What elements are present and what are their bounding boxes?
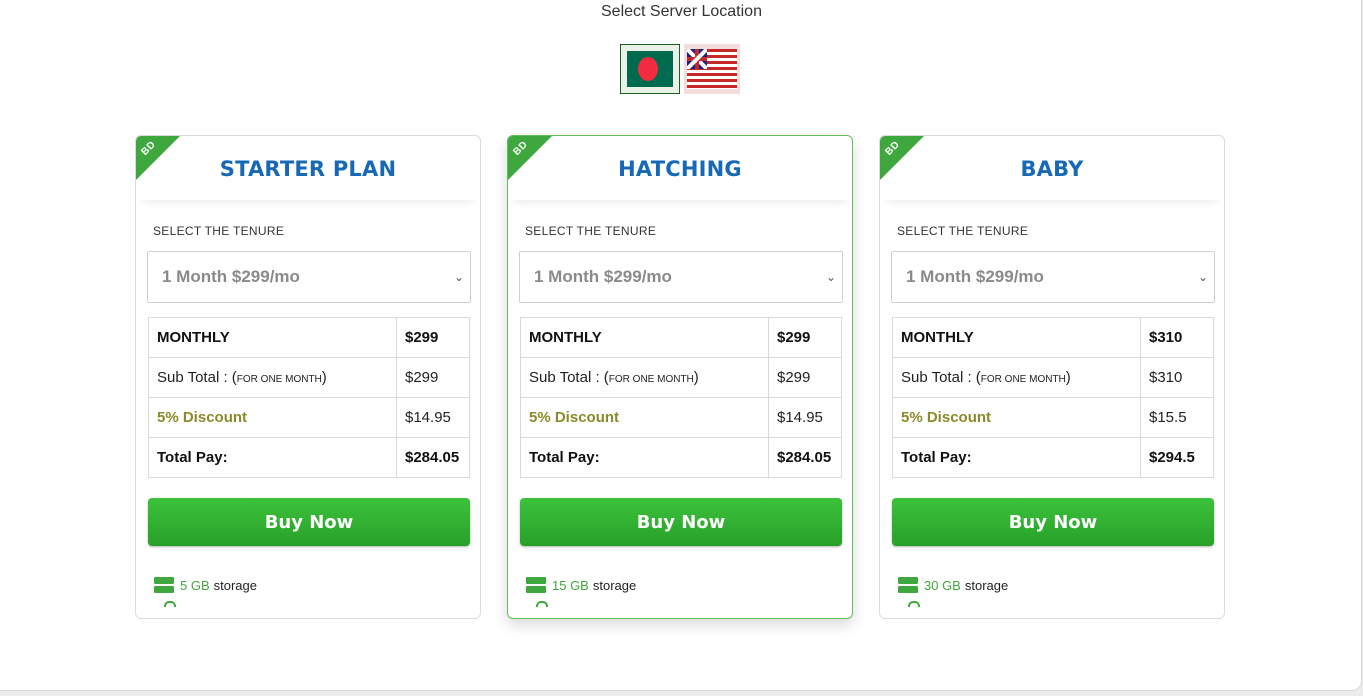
feature-icon xyxy=(164,601,176,607)
location-option-bd[interactable] xyxy=(620,44,680,94)
total-label: Total Pay: xyxy=(148,437,397,478)
table-row: Sub Total : (FOR ONE MONTH) $299 xyxy=(520,357,842,398)
storage-label: storage xyxy=(592,577,637,593)
table-row: Sub Total : (FOR ONE MONTH) $310 xyxy=(892,357,1214,398)
tenure-label: SELECT THE TENURE xyxy=(153,224,285,238)
buy-now-button[interactable]: Buy Now xyxy=(148,498,470,546)
plan-header: BABY xyxy=(880,136,1224,200)
monthly-value: $299 xyxy=(396,317,470,358)
server-icon xyxy=(526,577,546,593)
price-table: MONTHLY $310 Sub Total : (FOR ONE MONTH)… xyxy=(892,317,1214,478)
total-label: Total Pay: xyxy=(520,437,769,478)
bangladesh-flag-icon xyxy=(627,51,673,87)
location-ribbon xyxy=(880,136,924,180)
subtotal-value: $299 xyxy=(396,357,470,398)
chevron-down-icon: ⌄ xyxy=(1197,270,1208,284)
total-label: Total Pay: xyxy=(892,437,1141,478)
location-option-us[interactable] xyxy=(684,44,740,94)
table-row: MONTHLY $299 xyxy=(148,317,470,358)
table-row: 5% Discount $14.95 xyxy=(148,397,470,438)
price-table: MONTHLY $299 Sub Total : (FOR ONE MONTH)… xyxy=(148,317,470,478)
price-table: MONTHLY $299 Sub Total : (FOR ONE MONTH)… xyxy=(520,317,842,478)
discount-label: 5% Discount xyxy=(148,397,397,438)
tenure-selected-value: 1 Month $299/mo xyxy=(162,267,300,286)
page-title: Select Server Location xyxy=(601,3,762,20)
plan-card-starter: BD STARTER PLAN SELECT THE TENURE 1 Mont… xyxy=(135,135,481,619)
buy-now-button[interactable]: Buy Now xyxy=(892,498,1214,546)
total-value: $284.05 xyxy=(768,437,842,478)
discount-label: 5% Discount xyxy=(520,397,769,438)
location-ribbon xyxy=(136,136,180,180)
storage-amount: 15 GB xyxy=(552,577,589,593)
location-selector xyxy=(620,44,740,94)
total-value: $284.05 xyxy=(396,437,470,478)
server-icon xyxy=(898,577,918,593)
table-row: MONTHLY $310 xyxy=(892,317,1214,358)
discount-value: $14.95 xyxy=(768,397,842,438)
discount-value: $14.95 xyxy=(396,397,470,438)
table-row: Total Pay: $284.05 xyxy=(520,437,842,478)
tenure-selected-value: 1 Month $299/mo xyxy=(534,267,672,286)
plan-card-baby: BD BABY SELECT THE TENURE 1 Month $299/m… xyxy=(879,135,1225,619)
subtotal-label: Sub Total : (FOR ONE MONTH) xyxy=(520,357,769,398)
storage-label: storage xyxy=(213,577,257,593)
chevron-down-icon: ⌄ xyxy=(453,270,464,284)
table-row: Total Pay: $294.5 xyxy=(892,437,1214,478)
storage-label: storage xyxy=(964,577,1009,593)
monthly-value: $310 xyxy=(1140,317,1214,358)
plan-header: STARTER PLAN xyxy=(136,136,480,200)
tenure-selected-value: 1 Month $299/mo xyxy=(906,267,1044,286)
table-row: 5% Discount $14.95 xyxy=(520,397,842,438)
location-ribbon xyxy=(508,136,552,180)
plan-card-hatching: BD HATCHING SELECT THE TENURE 1 Month $2… xyxy=(507,135,853,619)
tenure-select[interactable]: 1 Month $299/mo ⌄ xyxy=(519,251,843,303)
server-icon xyxy=(154,577,174,593)
buy-now-button[interactable]: Buy Now xyxy=(520,498,842,546)
storage-feature: 15 GB storage xyxy=(526,577,636,593)
storage-amount: 30 GB xyxy=(924,577,961,593)
feature-icon xyxy=(536,601,548,607)
tenure-select[interactable]: 1 Month $299/mo ⌄ xyxy=(891,251,1215,303)
table-row: Sub Total : (FOR ONE MONTH) $299 xyxy=(148,357,470,398)
storage-amount: 5 GB xyxy=(180,577,210,593)
plan-name: BABY xyxy=(1020,157,1084,181)
monthly-label: MONTHLY xyxy=(148,317,397,358)
plan-name: HATCHING xyxy=(618,157,742,181)
storage-feature: 30 GB storage xyxy=(898,577,1008,593)
subtotal-value: $299 xyxy=(768,357,842,398)
us-flag-icon xyxy=(687,49,737,89)
table-row: Total Pay: $284.05 xyxy=(148,437,470,478)
tenure-label: SELECT THE TENURE xyxy=(525,224,657,238)
subtotal-value: $310 xyxy=(1140,357,1214,398)
subtotal-label: Sub Total : (FOR ONE MONTH) xyxy=(148,357,397,398)
feature-icon xyxy=(908,601,920,607)
monthly-value: $299 xyxy=(768,317,842,358)
discount-value: $15.5 xyxy=(1140,397,1214,438)
storage-feature: 5 GB storage xyxy=(154,577,257,593)
table-row: MONTHLY $299 xyxy=(520,317,842,358)
plan-header: HATCHING xyxy=(508,136,852,200)
discount-label: 5% Discount xyxy=(892,397,1141,438)
plan-name: STARTER PLAN xyxy=(219,157,397,181)
tenure-select[interactable]: 1 Month $299/mo ⌄ xyxy=(147,251,471,303)
monthly-label: MONTHLY xyxy=(520,317,769,358)
chevron-down-icon: ⌄ xyxy=(825,270,836,284)
total-value: $294.5 xyxy=(1140,437,1214,478)
table-row: 5% Discount $15.5 xyxy=(892,397,1214,438)
tenure-label: SELECT THE TENURE xyxy=(897,224,1029,238)
monthly-label: MONTHLY xyxy=(892,317,1141,358)
subtotal-label: Sub Total : (FOR ONE MONTH) xyxy=(892,357,1141,398)
page-container: Select Server Location BD STARTER PLAN S… xyxy=(0,0,1362,691)
